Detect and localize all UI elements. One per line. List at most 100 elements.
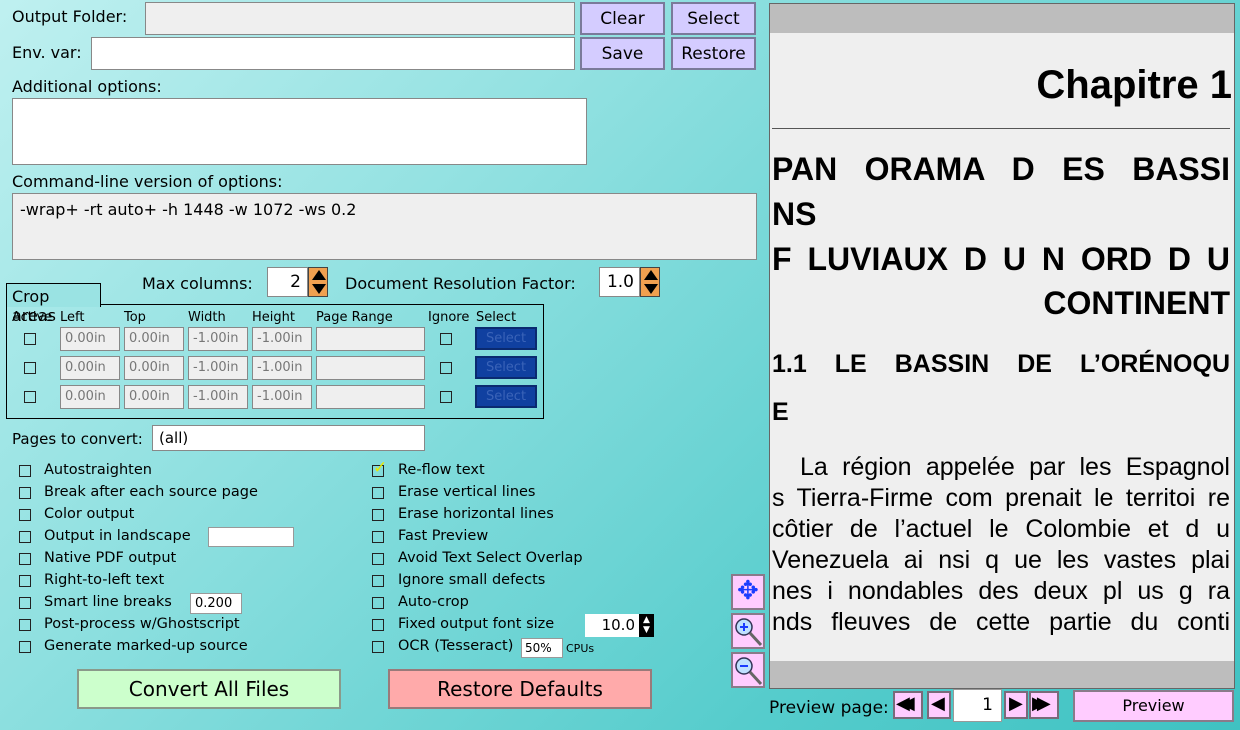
crop-range-input[interactable] [316,327,425,351]
fast-preview-label[interactable]: Fast Preview [398,528,488,544]
crop-select-button[interactable]: Select [475,327,537,350]
color-output-checkbox[interactable] [19,509,31,521]
crop-width-input[interactable]: -1.00in [188,356,248,380]
zoom-in-icon [735,618,763,647]
crop-left-input[interactable]: 0.00in [60,356,120,380]
crop-height-input[interactable]: -1.00in [252,327,312,351]
ocr-checkbox[interactable] [372,641,384,653]
doc-res-spinner[interactable] [640,267,660,297]
select-folder-button[interactable]: Select [671,2,756,35]
preview-body-line: La région appelée par les Espagnol [800,453,1230,481]
max-columns-spinner[interactable] [308,267,328,297]
landscape-label[interactable]: Output in landscape [44,528,191,544]
convert-all-button[interactable]: Convert All Files [77,669,341,709]
crop-select-button[interactable]: Select [475,356,537,379]
landscape-checkbox[interactable] [19,531,31,543]
crop-top-input[interactable]: 0.00in [124,385,184,409]
fixed-font-checkbox[interactable] [372,619,384,631]
pages-input[interactable]: (all) [152,425,425,451]
crop-ignore-checkbox[interactable] [440,391,452,403]
crop-ignore-checkbox[interactable] [440,362,452,374]
preview-heading-line: PAN ORAMA D ES BASSI [772,151,1230,187]
avoid-overlap-label[interactable]: Avoid Text Select Overlap [398,550,583,566]
erase-horizontal-label[interactable]: Erase horizontal lines [398,506,554,522]
save-button[interactable]: Save [580,37,665,70]
prev-page-button[interactable]: ◀ [927,691,951,719]
next-page-button[interactable]: ▶ [1004,691,1028,719]
last-page-icon: ▶▶ [1032,693,1050,714]
native-pdf-label[interactable]: Native PDF output [44,550,176,566]
zoom-out-button[interactable] [731,652,765,688]
avoid-overlap-checkbox[interactable] [372,553,384,565]
last-page-button[interactable]: ▶▶ [1029,691,1059,719]
fixed-font-label[interactable]: Fixed output font size [398,616,554,632]
font-size-spinner[interactable]: ▲ ▼ [639,614,654,637]
color-output-label[interactable]: Color output [44,506,134,522]
zoom-out-icon [735,657,763,686]
erase-vertical-checkbox[interactable] [372,487,384,499]
font-size-input[interactable]: 10.0 [585,614,639,637]
erase-vertical-label[interactable]: Erase vertical lines [398,484,536,500]
crop-width-input[interactable]: -1.00in [188,385,248,409]
pan-button[interactable]: ✥ [731,574,765,610]
smart-breaks-checkbox[interactable] [19,597,31,609]
break-page-checkbox[interactable] [19,487,31,499]
doc-res-label: Document Resolution Factor: [345,274,576,293]
crop-height-input[interactable]: -1.00in [252,356,312,380]
preview-button[interactable]: Preview [1073,690,1234,722]
preview-chapter: Chapitre 1 [1036,63,1232,107]
crop-top-input[interactable]: 0.00in [124,327,184,351]
max-columns-input[interactable]: 2 [267,267,308,297]
output-folder-input[interactable] [145,2,575,35]
additional-options-input[interactable] [12,98,587,165]
preview-rule [772,128,1230,129]
crop-select-button[interactable]: Select [475,385,537,408]
crop-active-checkbox[interactable] [24,362,36,374]
clear-button[interactable]: Clear [580,2,665,35]
crop-range-input[interactable] [316,385,425,409]
rtl-label[interactable]: Right-to-left text [44,572,164,588]
crop-left-input[interactable]: 0.00in [60,327,120,351]
command-line-output[interactable]: -wrap+ -rt auto+ -h 1448 -w 1072 -ws 0.2 [12,193,757,260]
ocr-cpus-input[interactable]: 50% [521,638,563,658]
reflow-checkbox[interactable]: ✓ [372,458,387,478]
ignore-defects-label[interactable]: Ignore small defects [398,572,545,588]
landscape-input[interactable] [208,527,294,547]
markup-label[interactable]: Generate marked-up source [44,638,248,654]
autostraighten-checkbox[interactable] [19,465,31,477]
fast-preview-checkbox[interactable] [372,531,384,543]
break-page-label[interactable]: Break after each source page [44,484,258,500]
crop-range-input[interactable] [316,356,425,380]
crop-left-input[interactable]: 0.00in [60,385,120,409]
crop-header-select: Select [476,310,517,325]
autostraighten-label[interactable]: Autostraighten [44,462,152,478]
smart-breaks-input[interactable]: 0.200 [190,593,242,614]
ghostscript-checkbox[interactable] [19,619,31,631]
crop-height-input[interactable]: -1.00in [252,385,312,409]
reflow-label[interactable]: Re-flow text [398,462,485,478]
auto-crop-label[interactable]: Auto-crop [398,594,469,610]
restore-defaults-button[interactable]: Restore Defaults [388,669,652,709]
ghostscript-label[interactable]: Post-process w/Ghostscript [44,616,240,632]
ignore-defects-checkbox[interactable] [372,575,384,587]
rtl-checkbox[interactable] [19,575,31,587]
markup-checkbox[interactable] [19,641,31,653]
preview-panel[interactable]: Chapitre 1 PAN ORAMA D ES BASSI NS F LUV… [769,3,1235,689]
restore-button[interactable]: Restore [671,37,756,70]
ocr-label[interactable]: OCR (Tesseract) [398,638,513,654]
preview-page-input[interactable]: 1 [953,689,1002,722]
crop-top-input[interactable]: 0.00in [124,356,184,380]
crop-width-input[interactable]: -1.00in [188,327,248,351]
erase-horizontal-checkbox[interactable] [372,509,384,521]
crop-active-checkbox[interactable] [24,333,36,345]
zoom-in-button[interactable] [731,613,765,649]
native-pdf-checkbox[interactable] [19,553,31,565]
doc-res-input[interactable]: 1.0 [599,267,640,297]
first-page-button[interactable]: ◀◀ [893,691,923,719]
crop-active-checkbox[interactable] [24,391,36,403]
smart-breaks-label[interactable]: Smart line breaks [44,594,172,610]
crop-ignore-checkbox[interactable] [440,333,452,345]
auto-crop-checkbox[interactable] [372,597,384,609]
output-folder-label: Output Folder: [12,7,128,26]
env-var-input[interactable] [91,37,575,70]
